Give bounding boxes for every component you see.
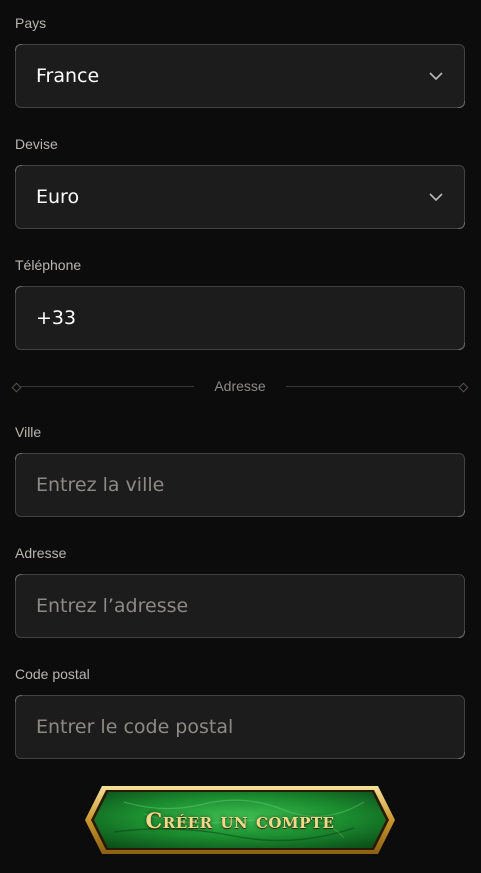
currency-select-value: Euro xyxy=(36,186,80,208)
chevron-down-icon xyxy=(428,189,444,205)
address-section-title: Adresse xyxy=(214,378,266,394)
currency-select[interactable]: Euro xyxy=(15,165,465,229)
phone-field-value: +33 xyxy=(36,307,77,329)
divider-line-left xyxy=(15,385,195,387)
postal-code-input[interactable] xyxy=(36,716,444,738)
address-label: Adresse xyxy=(15,545,67,561)
phone-label: Téléphone xyxy=(15,257,82,273)
create-account-button[interactable]: Créer un compte xyxy=(84,784,396,856)
phone-field[interactable]: +33 xyxy=(15,286,465,350)
address-field[interactable] xyxy=(15,574,465,638)
country-label: Pays xyxy=(15,15,47,31)
city-input[interactable] xyxy=(36,474,444,496)
registration-form: Pays France Devise Euro Téléphone +33 Ad… xyxy=(0,0,481,873)
postal-code-field[interactable] xyxy=(15,695,465,759)
postal-code-label: Code postal xyxy=(15,666,90,682)
city-label: Ville xyxy=(15,424,42,440)
currency-label: Devise xyxy=(15,136,58,152)
create-account-button-label: Créer un compte xyxy=(145,807,335,833)
country-select-value: France xyxy=(36,65,100,87)
address-section-divider: Adresse xyxy=(15,376,466,396)
address-input[interactable] xyxy=(36,595,444,617)
country-select[interactable]: France xyxy=(15,44,465,108)
city-field[interactable] xyxy=(15,453,465,517)
chevron-down-icon xyxy=(428,68,444,84)
divider-line-right xyxy=(285,385,466,387)
